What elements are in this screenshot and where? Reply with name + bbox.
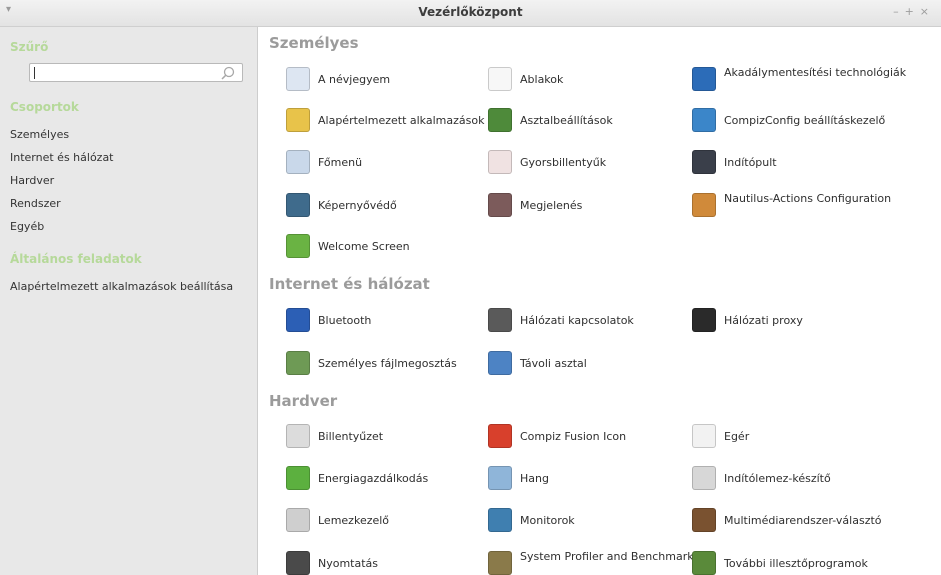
multimedia-icon [692,508,716,532]
item-label: További illesztőprogramok [724,557,868,570]
star-icon [286,108,310,132]
item-label: A névjegyem [318,73,391,86]
item-label: Hálózati proxy [724,314,803,327]
item-label: Akadálymentesítési technológiák [724,66,907,79]
sidebar-item-rendszer[interactable]: Rendszer [10,197,61,210]
compiz-fusion-icon [488,424,512,448]
item-label: Főmenü [318,156,363,169]
keyboard-shortcut-icon [488,150,512,174]
section-title-szemelyes: Személyes [269,34,359,52]
item-label: Ablakok [520,73,564,86]
network-proxy-icon [692,308,716,332]
item-label: Multimédiarendszer-választó [724,514,882,527]
screensaver-icon [286,193,310,217]
item-label: Alapértelmezett alkalmazások [318,114,485,127]
item-label: Energiagazdálkodás [318,472,429,485]
item-label: Monitorok [520,514,575,527]
sidebar: Szűrő Csoportok Személyes Internet és há… [0,27,258,575]
accessibility-icon [692,67,716,91]
tasks-heading: Általános feladatok [10,252,142,266]
additional-drivers-icon [692,551,716,575]
section-title-hardver: Hardver [269,392,338,410]
item-label: Billentyűzet [318,430,384,443]
item-label: CompizConfig beállításkezelő [724,114,886,127]
item-label: Bluetooth [318,314,372,327]
text-cursor [34,67,35,79]
item-label: Gyorsbillentyűk [520,156,607,169]
item-label: Welcome Screen [318,240,410,253]
disk-utility-icon [286,508,310,532]
item-label: Egér [724,430,750,443]
sidebar-item-szemelyes[interactable]: Személyes [10,128,69,141]
keyboard-icon [286,424,310,448]
minimize-button[interactable]: – [893,5,905,18]
item-label: Asztalbeállítások [520,114,613,127]
sidebar-item-hardver[interactable]: Hardver [10,174,54,187]
window-title: Vezérlőközpont [418,5,523,19]
item-label: System Profiler and Benchmark [520,550,694,563]
compiz-pointer-icon [692,108,716,132]
item-label: Nautilus-Actions Configuration [724,192,892,205]
maximize-button[interactable]: + [905,5,920,18]
window-controls: –+× [893,5,935,18]
item-label: Hang [520,472,549,485]
search-input[interactable] [29,63,243,82]
title-bar: ▾ Vezérlőközpont –+× [0,0,941,27]
id-card-icon [286,67,310,91]
mint-logo-icon [286,234,310,258]
nautilus-actions-icon [692,193,716,217]
file-sharing-icon [286,351,310,375]
usb-creator-icon [692,466,716,490]
speaker-icon [488,466,512,490]
search-icon[interactable] [220,65,236,81]
system-profiler-icon [488,551,512,575]
task-default-apps[interactable]: Alapértelmezett alkalmazások beállítása [10,280,233,293]
item-label: Képernyővédő [318,199,397,212]
section-title-internet: Internet és hálózat [269,275,430,293]
item-label: Indítópult [724,156,777,169]
remote-desktop-icon [488,351,512,375]
item-label: Compiz Fusion Icon [520,430,627,443]
item-label: Hálózati kapcsolatok [520,314,634,327]
network-connections-icon [488,308,512,332]
close-button[interactable]: × [920,5,935,18]
desktop-icon [488,108,512,132]
menu-editor-icon [286,150,310,174]
item-label: Indítólemez-készítő [724,472,831,485]
item-label: Személyes fájlmegosztás [318,357,457,370]
filter-heading: Szűrő [10,40,49,54]
item-label: Lemezkezelő [318,514,390,527]
printer-icon [286,551,310,575]
item-label: Megjelenés [520,199,583,212]
item-label: Nyomtatás [318,557,379,570]
startup-user-icon [692,150,716,174]
appearance-tie-icon [488,193,512,217]
sidebar-item-egyeb[interactable]: Egyéb [10,220,44,233]
item-label: Távoli asztal [520,357,587,370]
groups-heading: Csoportok [10,100,79,114]
battery-icon [286,466,310,490]
monitor-icon [488,508,512,532]
main-panel: Személyes A névjegyem Ablakok Akadálymen… [259,27,941,575]
sidebar-item-internet[interactable]: Internet és hálózat [10,151,114,164]
mouse-icon [692,424,716,448]
window-icon [488,67,512,91]
bluetooth-icon [286,308,310,332]
